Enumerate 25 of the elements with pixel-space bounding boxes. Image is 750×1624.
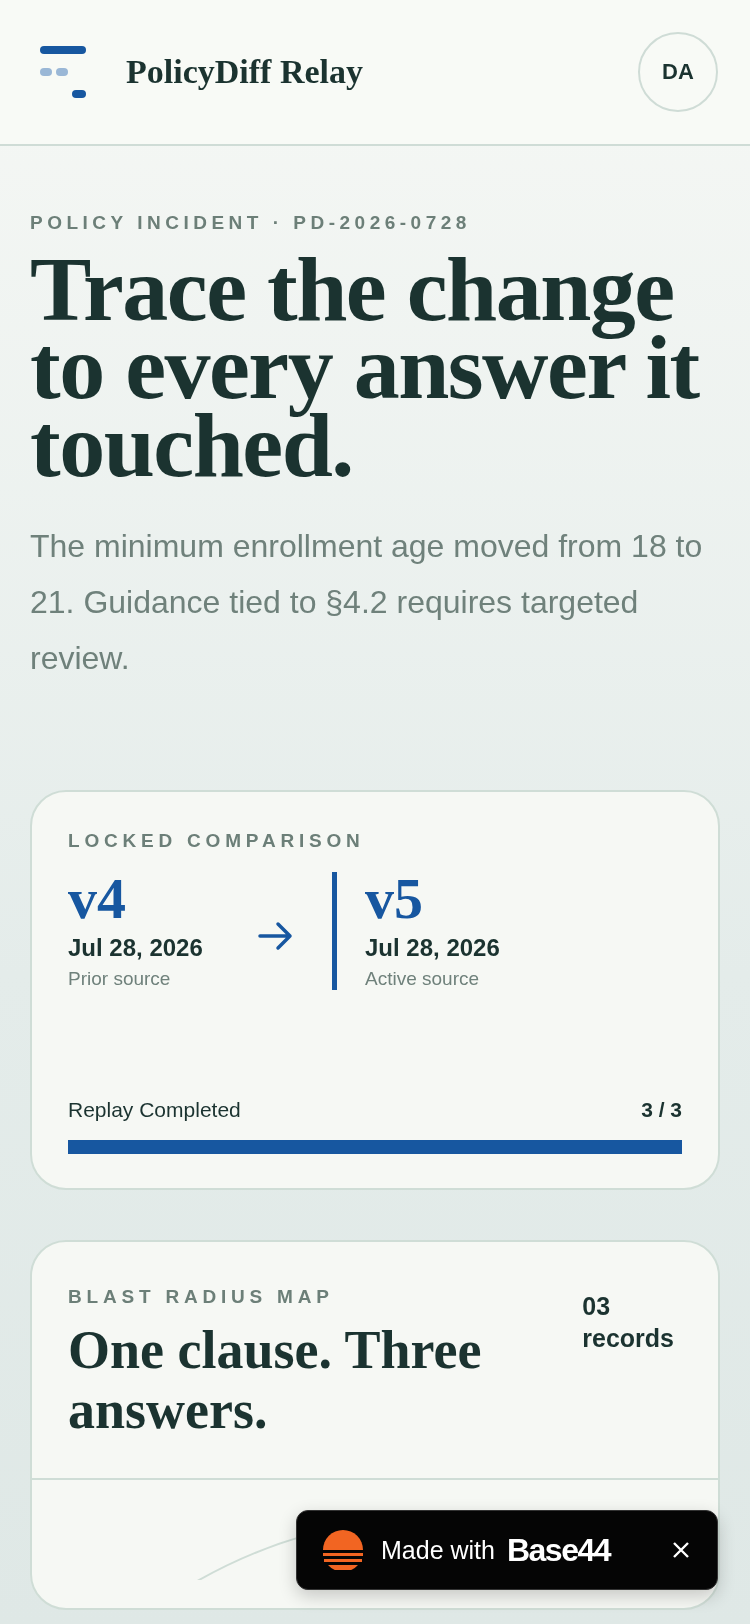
version-date: Jul 28, 2026 bbox=[68, 934, 204, 962]
version-role: Active source bbox=[365, 968, 481, 990]
version-date: Jul 28, 2026 bbox=[365, 934, 501, 962]
progress-count: 3 / 3 bbox=[641, 1098, 682, 1122]
arrow-right-icon bbox=[258, 921, 294, 951]
made-with-badge[interactable]: Made with Base44 bbox=[296, 1510, 718, 1590]
card-title: One clause. Three answers. bbox=[68, 1320, 483, 1440]
user-avatar[interactable]: DA bbox=[638, 32, 718, 112]
headline: Trace the change to every answer it touched. bbox=[30, 250, 701, 484]
badge-text: Made with bbox=[381, 1535, 495, 1565]
version-number: v4 bbox=[68, 872, 127, 926]
brand-name: Base44 bbox=[506, 1531, 611, 1569]
progress-label: Replay Completed bbox=[68, 1098, 241, 1122]
record-unit: records bbox=[582, 1323, 674, 1354]
version-role: Prior source bbox=[68, 968, 172, 990]
summary-text: The minimum enrollment age moved from 18 to 21. Guidance tied to §4.2 requires targeted review. bbox=[30, 527, 704, 678]
card-label: BLAST RADIUS MAP bbox=[68, 1286, 335, 1308]
menu-icon[interactable] bbox=[38, 46, 86, 98]
sun-logo-icon bbox=[323, 1530, 363, 1570]
close-button[interactable] bbox=[671, 1540, 691, 1560]
version-number: v5 bbox=[365, 872, 424, 926]
incident-label: POLICY INCIDENT · PD-2026-0728 bbox=[30, 212, 472, 234]
app-title: PolicyDiff Relay bbox=[126, 53, 364, 91]
card-label: LOCKED COMPARISON bbox=[68, 830, 366, 852]
record-count: 03 bbox=[582, 1291, 612, 1322]
